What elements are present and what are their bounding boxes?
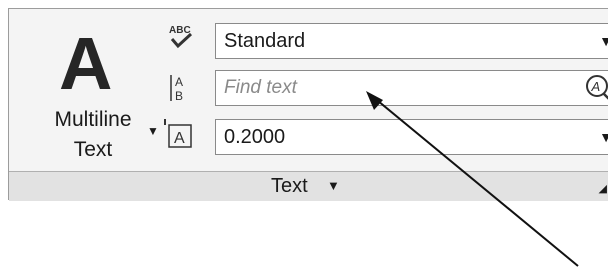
annotation-arrow bbox=[366, 91, 579, 267]
